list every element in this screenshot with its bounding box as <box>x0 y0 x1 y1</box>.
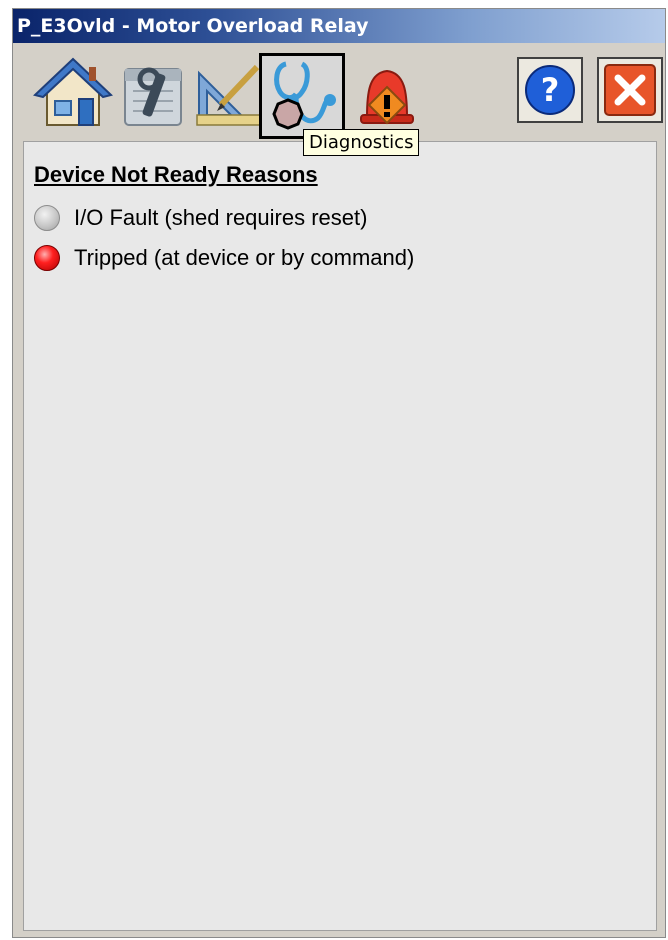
close-button[interactable] <box>597 57 663 123</box>
close-icon <box>604 64 656 116</box>
home-tab-button[interactable] <box>33 53 113 133</box>
diagnostics-tab-button[interactable] <box>259 53 345 139</box>
maintenance-icon <box>124 67 182 126</box>
diagnostics-icon <box>272 61 336 130</box>
toolbar: ? <box>13 43 665 143</box>
svg-text:?: ? <box>541 71 560 109</box>
io-fault-indicator-icon <box>34 205 60 231</box>
window-title: P_E3Ovld - Motor Overload Relay <box>13 9 665 43</box>
maintenance-tab-button[interactable] <box>113 53 193 133</box>
home-icon <box>33 57 113 126</box>
io-fault-label: I/O Fault (shed requires reset) <box>74 205 368 230</box>
diagnostics-panel: Device Not Ready Reasons I/O Fault (shed… <box>23 141 657 931</box>
help-icon: ? <box>525 65 575 115</box>
diagnostics-tooltip: Diagnostics <box>303 129 420 156</box>
tripped-label: Tripped (at device or by command) <box>74 245 415 270</box>
faceplate-window: P_E3Ovld - Motor Overload Relay ? Diagno… <box>12 8 666 938</box>
alarm-icon <box>360 69 414 125</box>
help-button[interactable]: ? <box>517 57 583 123</box>
alarms-tab-button[interactable] <box>347 53 427 133</box>
panel-title: Device Not Ready Reasons <box>34 162 318 187</box>
tripped-indicator-icon <box>34 245 60 271</box>
